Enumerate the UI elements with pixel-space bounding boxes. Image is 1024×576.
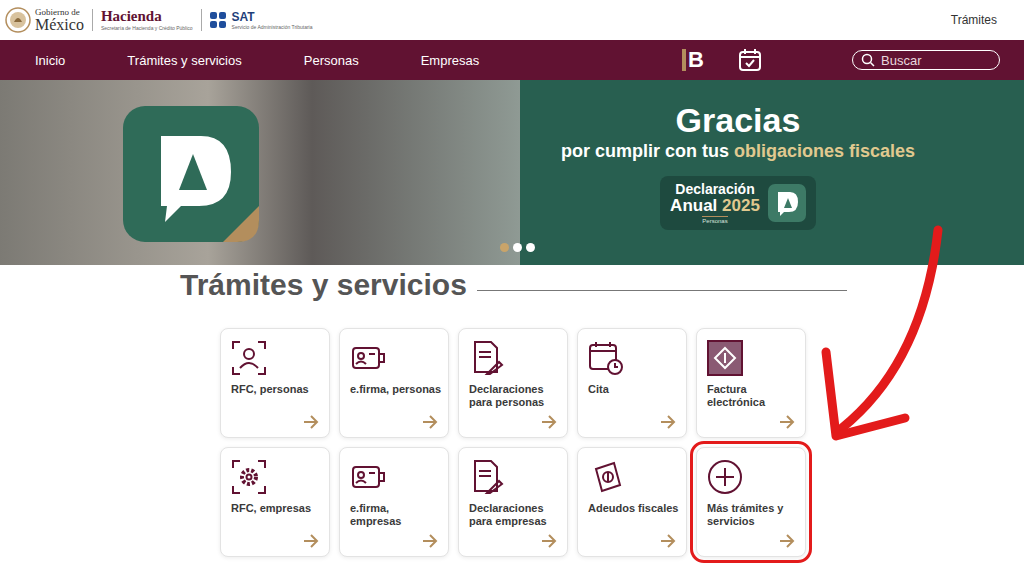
sat-page: Gobierno deMéxico Hacienda Secretaría de H… xyxy=(0,0,1024,576)
arrow-right-icon xyxy=(303,534,319,548)
carousel-dots xyxy=(500,243,535,252)
sat-squares-icon xyxy=(210,12,228,28)
sat-title: SAT xyxy=(232,11,313,23)
card-label: RFC, personas xyxy=(231,383,323,396)
card-label: Factura electrónica xyxy=(707,383,799,408)
section-title: Trámites y servicios xyxy=(180,267,467,303)
separator xyxy=(92,9,93,31)
nav-item[interactable]: Empresas xyxy=(421,53,480,68)
plus-icon xyxy=(707,459,743,495)
card-label: e.firma, personas xyxy=(350,383,442,396)
gov-line2: México xyxy=(35,17,84,33)
service-card[interactable]: Más trámites y servicios xyxy=(696,447,806,557)
service-card[interactable]: Adeudos fiscales xyxy=(577,447,687,557)
debt-icon xyxy=(588,459,624,495)
banner-highlight: obligaciones fiscales xyxy=(734,141,915,161)
nav-item[interactable]: Trámites y servicios xyxy=(127,53,241,68)
badge-year: 2025 xyxy=(722,196,760,215)
card-label: e.firma, empresas xyxy=(350,502,442,527)
seal-icon xyxy=(5,7,31,33)
efirma-icon xyxy=(350,340,386,376)
service-card[interactable]: RFC, personas xyxy=(220,328,330,438)
arrow-right-icon xyxy=(541,415,557,429)
card-label: Declaraciones para empresas xyxy=(469,502,561,527)
card-label: Cita xyxy=(588,383,680,396)
arrow-right-icon xyxy=(303,415,319,429)
invoice-icon xyxy=(707,340,743,376)
efirma-icon xyxy=(350,459,386,495)
annotation-arrow-icon xyxy=(0,0,1024,576)
nav-item[interactable]: Personas xyxy=(304,53,359,68)
separator xyxy=(201,9,202,31)
doc-icon xyxy=(469,340,505,376)
arrow-right-icon xyxy=(660,415,676,429)
hacienda-title: Hacienda xyxy=(101,9,193,24)
doc-icon xyxy=(469,459,505,495)
rfcgear-icon xyxy=(231,459,267,495)
nav-item[interactable]: Inicio xyxy=(35,53,65,68)
arrow-right-icon xyxy=(541,534,557,548)
section-heading: Trámites y servicios xyxy=(180,265,847,303)
search-field[interactable]: Buscar xyxy=(852,50,1000,70)
service-card[interactable]: e.firma, personas xyxy=(339,328,449,438)
card-label: Más trámites y servicios xyxy=(707,502,799,527)
arrow-right-icon xyxy=(422,415,438,429)
declaracion-app-icon xyxy=(123,106,259,242)
badge-caption: Personas xyxy=(702,216,727,224)
arrow-right-icon xyxy=(660,534,676,548)
search-icon xyxy=(861,53,875,67)
banner-photo xyxy=(0,80,520,265)
services-grid: RFC, personas e.firma, personas Declaracio… xyxy=(220,328,806,557)
rfc-icon xyxy=(231,340,267,376)
badge-line1: Declaración xyxy=(675,182,754,197)
arrow-right-icon xyxy=(779,415,795,429)
sat-logo[interactable]: SAT Servicio de Administración Tributaria xyxy=(210,11,313,30)
hacienda-subtitle: Secretaría de Hacienda y Crédito Público xyxy=(101,26,193,31)
top-header: Gobierno deMéxico Hacienda Secretaría de H… xyxy=(0,0,1024,40)
badge-line2: Anual 2025 xyxy=(670,197,760,215)
arrow-right-icon xyxy=(422,534,438,548)
logos: Gobierno deMéxico Hacienda Secretaría de H… xyxy=(5,7,312,33)
arrow-right-icon xyxy=(779,534,795,548)
service-card[interactable]: RFC, empresas xyxy=(220,447,330,557)
banner-subtitle: por cumplir con tus obligaciones fiscale… xyxy=(561,141,915,162)
carousel-dot[interactable] xyxy=(526,243,535,252)
service-card[interactable]: Declaraciones para empresas xyxy=(458,447,568,557)
service-card[interactable]: Factura electrónica xyxy=(696,328,806,438)
card-label: Adeudos fiscales xyxy=(588,502,680,515)
service-card[interactable]: Cita xyxy=(577,328,687,438)
search-placeholder: Buscar xyxy=(881,53,921,68)
gov-logo[interactable]: Gobierno deMéxico xyxy=(5,7,84,33)
brand-mark[interactable]: B xyxy=(682,49,704,71)
service-card[interactable]: Declaraciones para personas xyxy=(458,328,568,438)
card-label: Declaraciones para personas xyxy=(469,383,561,408)
carousel-dot[interactable] xyxy=(513,243,522,252)
cal-icon xyxy=(588,340,624,376)
sat-subtitle: Servicio de Administración Tributaria xyxy=(232,25,313,30)
main-nav: Inicio Trámites y servicios Personas Empres… xyxy=(0,40,1024,80)
declaracion-badge: DeclaraciónAnual 2025Personas xyxy=(660,176,816,230)
tramites-link[interactable]: Trámites xyxy=(951,13,997,27)
banner-title: Gracias xyxy=(676,102,801,139)
carousel-dot[interactable] xyxy=(500,243,509,252)
badge-app-icon xyxy=(768,184,806,222)
banner-message: Graciaspor cumplir con tus obligaciones … xyxy=(520,80,1024,265)
banner[interactable]: Graciaspor cumplir con tus obligaciones … xyxy=(0,80,1024,265)
hacienda-logo[interactable]: Hacienda Secretaría de Hacienda y Crédito… xyxy=(101,9,193,31)
service-card[interactable]: e.firma, empresas xyxy=(339,447,449,557)
card-label: RFC, empresas xyxy=(231,502,323,515)
heading-rule xyxy=(477,290,847,291)
gov-line1: Gobierno de xyxy=(35,8,84,17)
calendar-icon[interactable] xyxy=(738,48,762,72)
